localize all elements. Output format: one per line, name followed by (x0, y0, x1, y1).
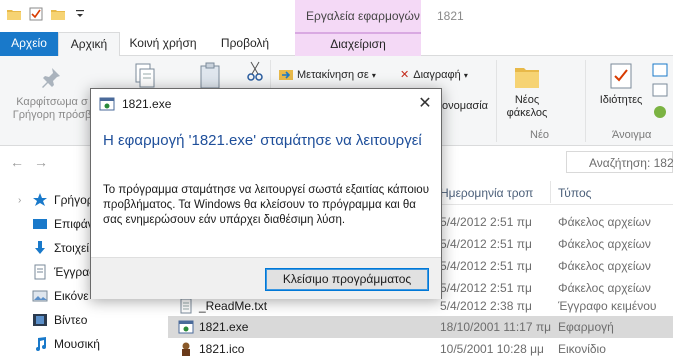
error-dialog: 1821.exe ✕ Η εφαρμογή '1821.exe' σταμάτη… (90, 88, 442, 299)
nav-item-music[interactable]: Μουσική (0, 331, 168, 357)
dialog-title: 1821.exe (122, 97, 172, 111)
customize-qat-icon[interactable] (72, 6, 88, 22)
new-folder-button[interactable]: Νέος φάκελος (502, 62, 552, 120)
nav-label: Μουσική (54, 337, 100, 351)
delete-button[interactable]: ✕ Διαγραφή ▾ (400, 68, 468, 81)
tab-view[interactable]: Προβολή (214, 32, 276, 56)
search-box[interactable]: Αναζήτηση: 1821 (566, 151, 673, 173)
open-button[interactable] (650, 62, 670, 125)
dialog-footer: Κλείσιμο προγράμματος (91, 257, 441, 299)
properties-icon[interactable] (28, 6, 44, 22)
file-date: 5/4/2012 2:51 πμ (440, 281, 532, 295)
delete-label: Διαγραφή (413, 69, 461, 81)
tab-share[interactable]: Κοινή χρήση (122, 32, 204, 56)
new-folder-icon (515, 68, 539, 88)
dialog-heading: Η εφαρμογή '1821.exe' σταμάτησε να λειτο… (103, 132, 422, 149)
application-tools-header: Εργαλεία εφαρμογών (295, 0, 421, 32)
title-bar: Εργαλεία εφαρμογών 1821 (0, 0, 673, 32)
close-icon[interactable]: ✕ (409, 89, 441, 119)
star-icon (33, 193, 47, 206)
rename-button[interactable]: ονομασία (442, 100, 488, 112)
ribbon-tabs: Αρχείο Αρχική Κοινή χρήση Προβολή Διαχεί… (0, 32, 673, 57)
nav-label: Γρήγορ (54, 193, 94, 207)
exe-icon (178, 320, 194, 334)
move-to-button[interactable]: Μετακίνηση σε ▾ (279, 68, 376, 81)
file-type: Φάκελος αρχείων (558, 281, 651, 295)
exe-icon (99, 97, 115, 111)
file-type: Φάκελος αρχείων (558, 215, 651, 229)
desktop-icon (33, 219, 47, 229)
file-name: _ReadMe.txt (199, 299, 268, 313)
search-placeholder: Αναζήτηση: 1821 (589, 156, 673, 170)
file-type: Φάκελος αρχείων (558, 237, 651, 251)
file-type: Εφαρμογή (558, 320, 614, 334)
pin-quick-access-button[interactable]: Καρφίτσωμα σ Γρήγορη πρόσβ (6, 64, 98, 122)
ico-file-icon (182, 342, 190, 356)
column-type[interactable]: Τύπος (558, 186, 591, 200)
tab-manage[interactable]: Διαχείριση (295, 32, 421, 56)
text-file-icon (180, 298, 192, 314)
dialog-message: Το πρόγραμμα σταμάτησε να λειτουργεί σωσ… (103, 184, 429, 226)
nav-label: Εικόνε (54, 289, 89, 303)
application-tools-label: Εργαλεία εφαρμογών (306, 9, 420, 23)
scissors-icon (247, 61, 263, 81)
videos-icon (33, 314, 47, 326)
column-separator[interactable] (550, 181, 551, 203)
file-name: 1821.exe (199, 320, 249, 334)
tab-home[interactable]: Αρχική (58, 32, 120, 57)
file-date: 5/4/2012 2:51 πμ (440, 215, 532, 229)
delete-icon: ✕ (400, 69, 410, 81)
new-folder-label-1: Νέος (514, 94, 540, 106)
file-date: 5/4/2012 2:51 πμ (440, 259, 532, 273)
ribbon-separator (585, 60, 586, 142)
pin-label: Καρφίτσωμα σ (16, 96, 88, 108)
quick-access-toolbar (6, 6, 88, 22)
pin-icon (42, 68, 60, 88)
file-type: Εικονίδιο (558, 342, 606, 356)
downloads-icon (35, 241, 45, 254)
folder-icon[interactable] (6, 6, 22, 22)
move-to-icon (279, 70, 293, 80)
file-name: 1821.ico (199, 342, 245, 356)
close-program-button[interactable]: Κλείσιμο προγράμματος (265, 268, 429, 291)
nav-label: Βίντεο (54, 313, 88, 327)
table-row[interactable]: 1821.ico 10/5/2001 10:28 μμ Εικονίδιο (168, 338, 673, 358)
open-group-label: Άνοιγμα (612, 129, 652, 141)
new-folder-icon[interactable] (50, 6, 66, 22)
nav-label: Επιφάν (54, 217, 94, 231)
file-type: Έγγραφο κειμένου (558, 299, 657, 313)
properties-label: Ιδιότητες (599, 94, 643, 106)
pictures-icon (32, 290, 48, 302)
clipboard-icon (200, 62, 220, 89)
dialog-title-bar[interactable]: 1821.exe ✕ (91, 89, 441, 119)
move-to-label: Μετακίνηση σε (297, 69, 369, 81)
new-group-label: Νέο (530, 129, 549, 141)
properties-button[interactable]: Ιδιότητες (591, 62, 651, 107)
cut-button[interactable] (246, 60, 264, 85)
file-date: 18/10/2001 11:17 πμ (440, 320, 552, 334)
tab-file[interactable]: Αρχείο (0, 32, 58, 56)
music-icon (36, 337, 46, 351)
file-date: 10/5/2001 10:28 μμ (440, 342, 544, 356)
file-date: 5/4/2012 2:51 πμ (440, 237, 532, 251)
copy-icon (135, 63, 155, 88)
window-title: 1821 (437, 9, 464, 23)
file-date: 5/4/2012 2:38 πμ (440, 299, 532, 313)
ribbon-separator (496, 60, 497, 142)
forward-arrow-icon[interactable]: → (34, 154, 48, 170)
documents-icon (34, 264, 46, 280)
back-arrow-icon[interactable]: ← (10, 154, 24, 170)
column-date-modified[interactable]: Ημερομηνία τροπ (440, 186, 533, 200)
new-folder-label-2: φάκελος (506, 107, 548, 119)
expand-chevron-icon[interactable]: › (18, 195, 21, 206)
table-row-selected[interactable]: 1821.exe 18/10/2001 11:17 πμ Εφαρμογή (168, 316, 673, 338)
properties-check-icon (610, 63, 632, 89)
open-icons (652, 63, 668, 118)
nav-label: Στοιχεί (54, 241, 90, 255)
nav-item-videos[interactable]: Βίντεο (0, 307, 168, 333)
file-type: Φάκελος αρχείων (558, 259, 651, 273)
pin-label-2: Γρήγορη πρόσβ (12, 109, 92, 121)
